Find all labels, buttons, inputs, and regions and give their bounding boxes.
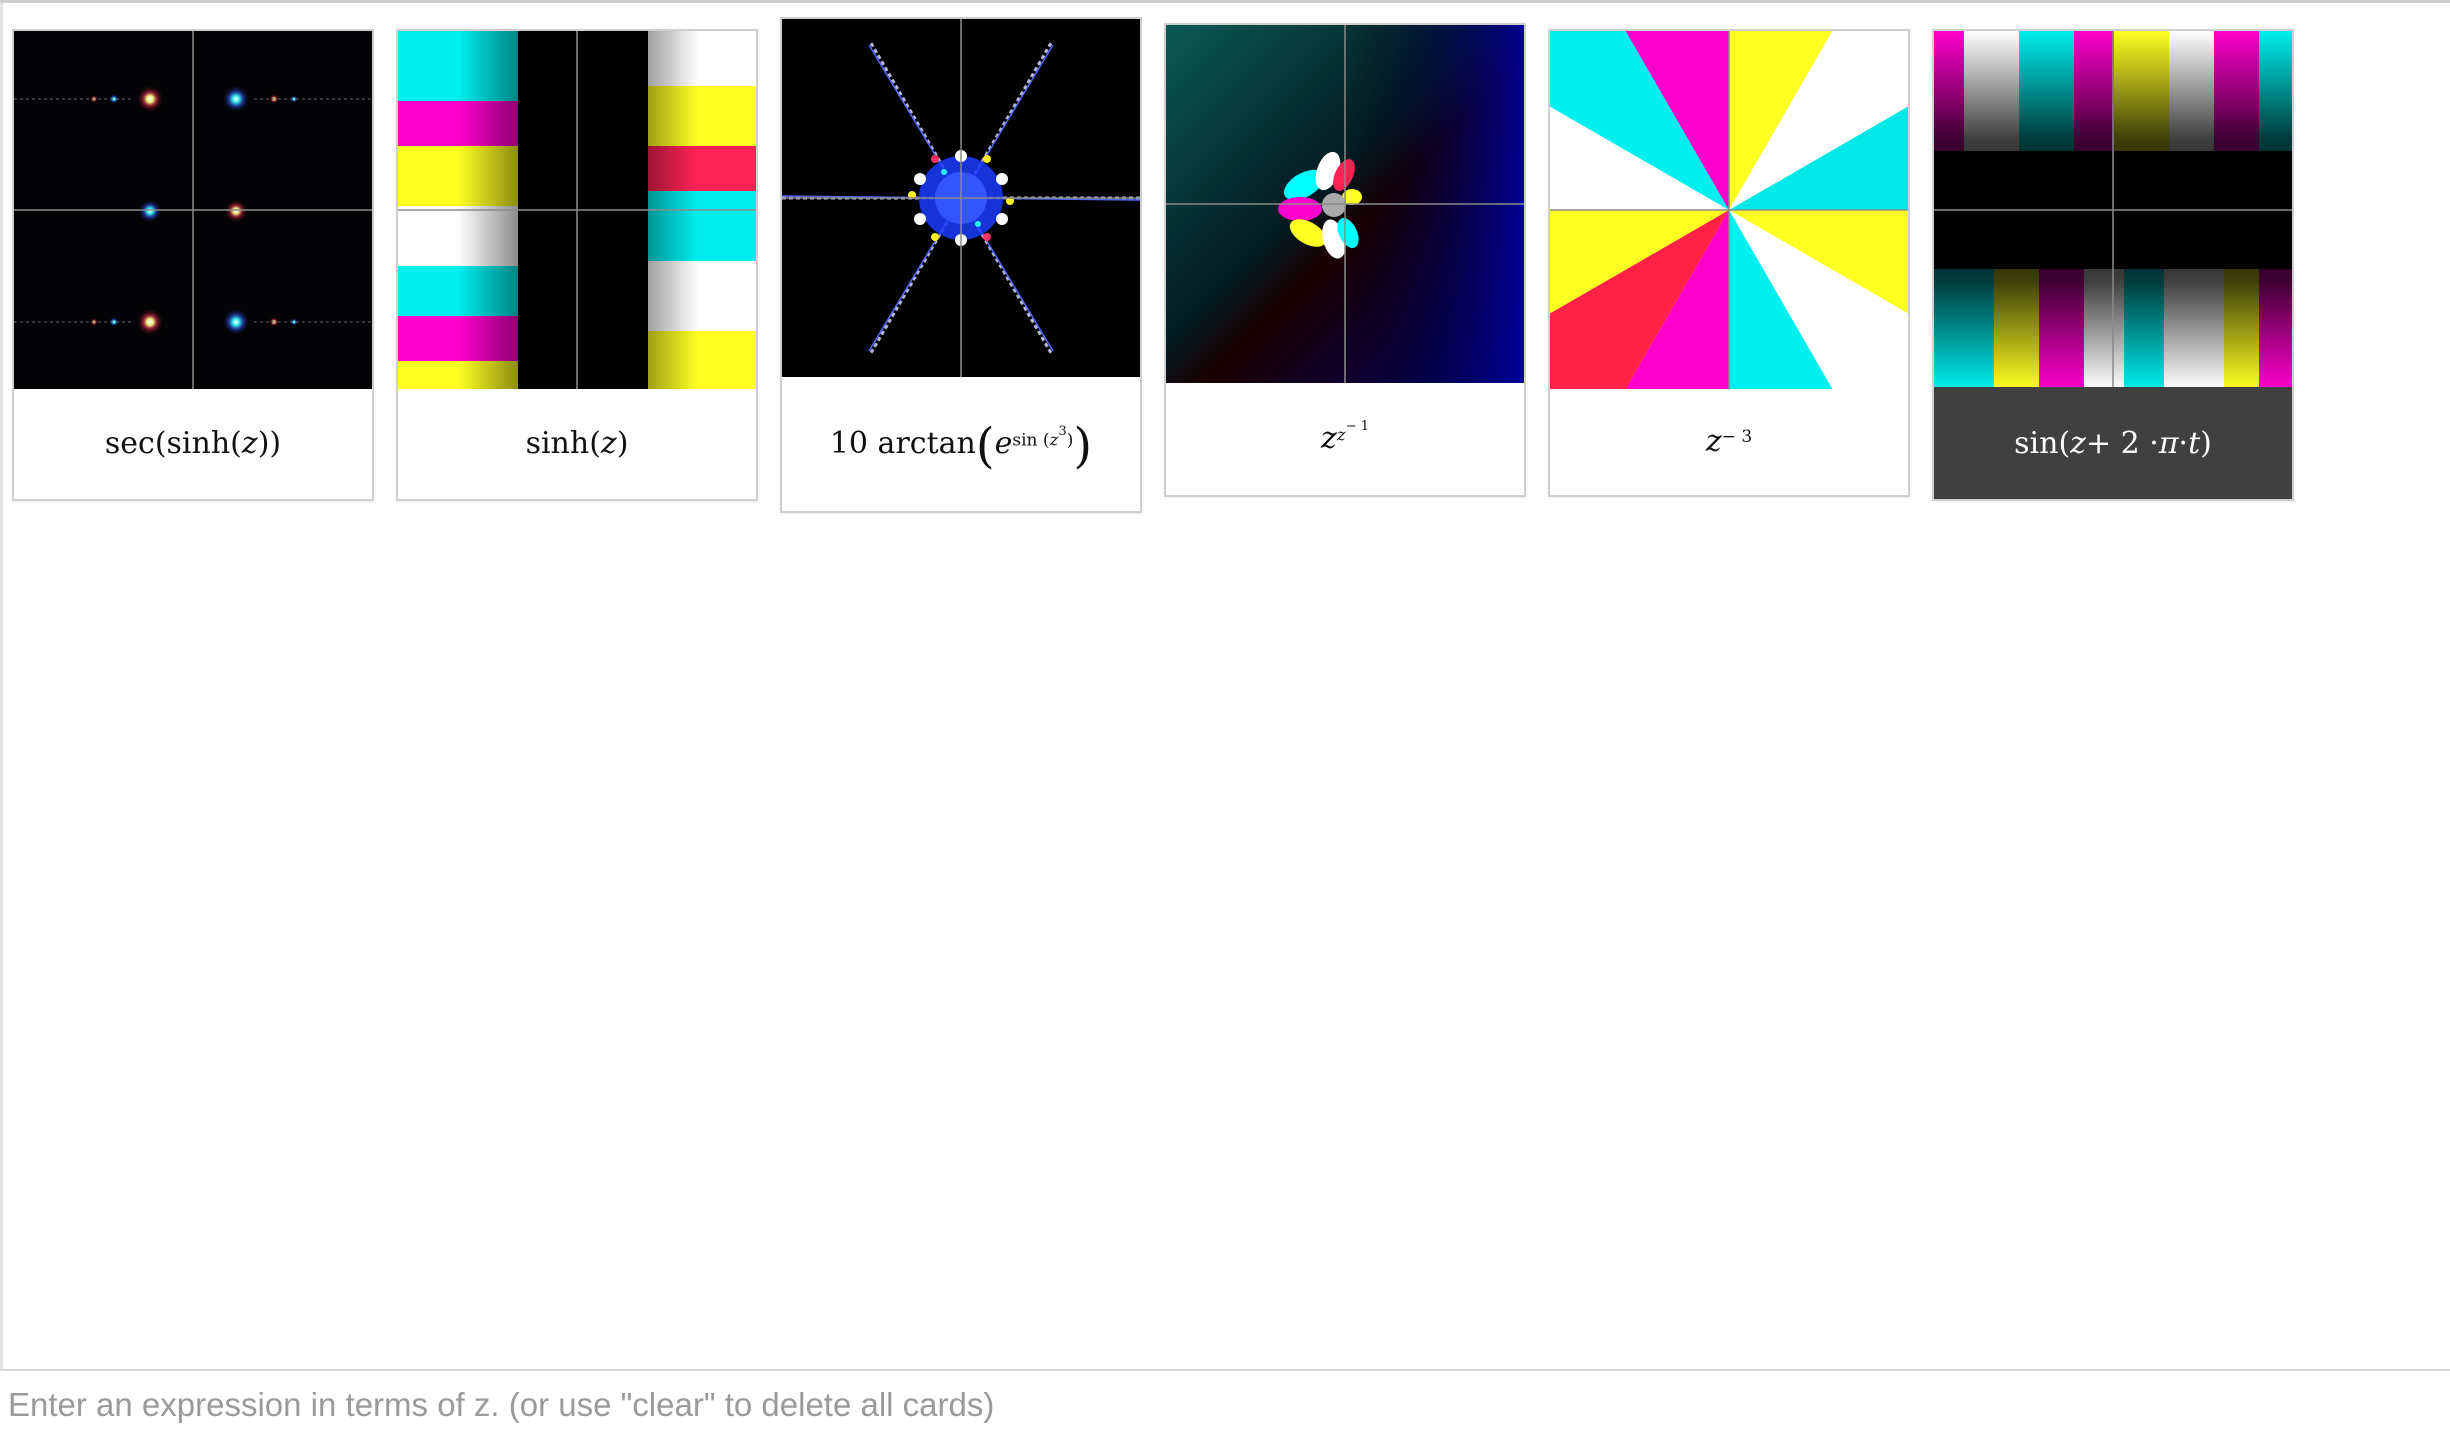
expression-input[interactable]: [0, 1371, 2450, 1436]
domain-coloring-plot: [1166, 25, 1524, 383]
card-expression: sinh(z): [525, 425, 629, 461]
card-sinh[interactable]: sinh(z): [396, 29, 758, 501]
card-arctan[interactable]: 10 arctan (e sin (z3)): [780, 17, 1142, 513]
card-expression: sin(z + 2 · π · t): [1934, 387, 2292, 499]
domain-coloring-plot: [398, 31, 756, 389]
domain-coloring-plot: [1550, 31, 1908, 389]
domain-coloring-plot: [14, 31, 372, 389]
card-sin-animated[interactable]: sin(z + 2 · π · t): [1932, 29, 2294, 501]
card-expression: sec(sinh(z)): [104, 425, 282, 461]
expression-input-bar: [0, 1369, 2450, 1436]
card-z-pow-neg3[interactable]: z − 3: [1548, 29, 1910, 497]
domain-coloring-plot: [1934, 31, 2292, 389]
card-expression: z − 3: [1705, 423, 1753, 459]
card-sec-sinh[interactable]: sec(sinh(z)): [12, 29, 374, 501]
domain-coloring-plot: [782, 19, 1140, 377]
card-expression: 10 arctan (e sin (z3)): [829, 418, 1093, 474]
card-z-pow-z-inv[interactable]: z z− 1: [1164, 23, 1526, 497]
card-grid: sec(sinh(z)) sinh(z) 10 arctan (e si…: [0, 3, 2450, 543]
card-expression: z z− 1: [1320, 418, 1370, 456]
app-window: sec(sinh(z)) sinh(z) 10 arctan (e si…: [0, 0, 2450, 1436]
